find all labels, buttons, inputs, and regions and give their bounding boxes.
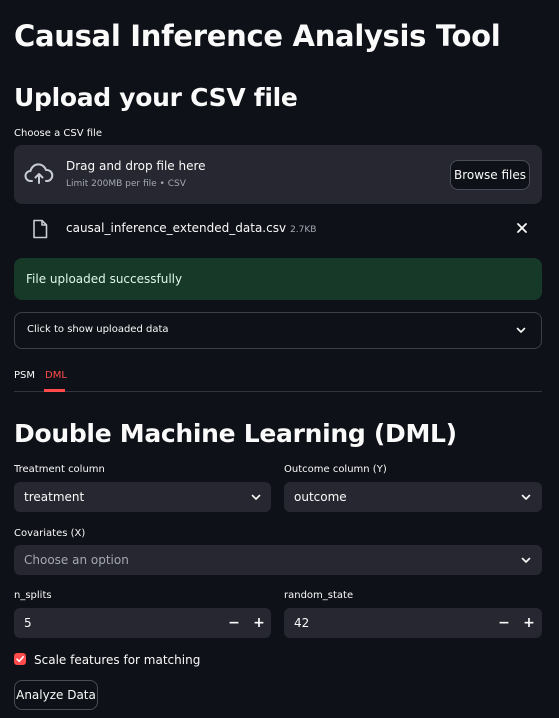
uploaded-file-name: causal_inference_extended_data.csv: [66, 221, 287, 235]
upload-heading: Upload your CSV file: [14, 83, 298, 112]
random-state-value[interactable]: 42: [294, 616, 309, 630]
n-splits-decrement-button[interactable]: −: [224, 611, 244, 635]
chevron-down-icon: [251, 494, 261, 500]
chevron-down-icon: [521, 557, 531, 563]
tab-psm[interactable]: PSM: [14, 370, 35, 381]
app-page: Causal Inference Analysis Tool Upload yo…: [0, 0, 559, 718]
check-icon: [16, 656, 24, 663]
uploaded-file: causal_inference_extended_data.csv 2.7KB: [66, 221, 316, 235]
tab-dml[interactable]: DML: [45, 370, 67, 381]
success-alert: File uploaded successfully: [14, 258, 542, 300]
expander-label: Click to show uploaded data: [27, 324, 169, 335]
treatment-label: Treatment column: [14, 464, 105, 475]
analyze-data-button[interactable]: Analyze Data: [14, 680, 98, 710]
file-dropzone[interactable]: Drag and drop file here Limit 200MB per …: [14, 145, 542, 204]
random-state-decrement-button[interactable]: −: [494, 611, 514, 635]
file-uploader-label: Choose a CSV file: [14, 128, 102, 139]
scale-features-checkbox[interactable]: [14, 653, 26, 665]
cloud-upload-icon: [24, 163, 54, 184]
browse-files-button[interactable]: Browse files: [450, 160, 530, 190]
chevron-down-icon: [516, 327, 526, 333]
success-message: File uploaded successfully: [26, 272, 183, 286]
file-icon: [33, 219, 48, 239]
outcome-select[interactable]: outcome: [284, 482, 542, 512]
dropzone-limit: Limit 200MB per file • CSV: [66, 179, 186, 189]
random-state-stepper[interactable]: 42 − +: [284, 608, 542, 638]
n-splits-stepper[interactable]: 5 − +: [14, 608, 271, 638]
dml-heading: Double Machine Learning (DML): [14, 419, 457, 448]
covariates-multiselect[interactable]: Choose an option: [14, 545, 542, 575]
random-state-label: random_state: [284, 590, 354, 601]
treatment-select[interactable]: treatment: [14, 482, 271, 512]
active-tab-indicator: [44, 389, 65, 392]
remove-file-icon[interactable]: [514, 220, 530, 236]
covariates-placeholder: Choose an option: [24, 553, 129, 567]
n-splits-label: n_splits: [14, 590, 52, 601]
page-title: Causal Inference Analysis Tool: [14, 19, 501, 53]
outcome-label: Outcome column (Y): [284, 464, 387, 475]
treatment-selected-value: treatment: [24, 490, 85, 504]
chevron-down-icon: [521, 494, 531, 500]
dropzone-instructions: Drag and drop file here: [66, 159, 206, 173]
tabs-divider: [14, 391, 542, 392]
scale-features-label: Scale features for matching: [34, 653, 201, 667]
n-splits-value[interactable]: 5: [24, 616, 32, 630]
n-splits-increment-button[interactable]: +: [249, 611, 269, 635]
outcome-selected-value: outcome: [294, 490, 347, 504]
uploaded-file-size: 2.7KB: [290, 225, 317, 235]
show-data-expander[interactable]: Click to show uploaded data: [14, 312, 542, 349]
random-state-increment-button[interactable]: +: [519, 611, 539, 635]
covariates-label: Covariates (X): [14, 528, 86, 539]
